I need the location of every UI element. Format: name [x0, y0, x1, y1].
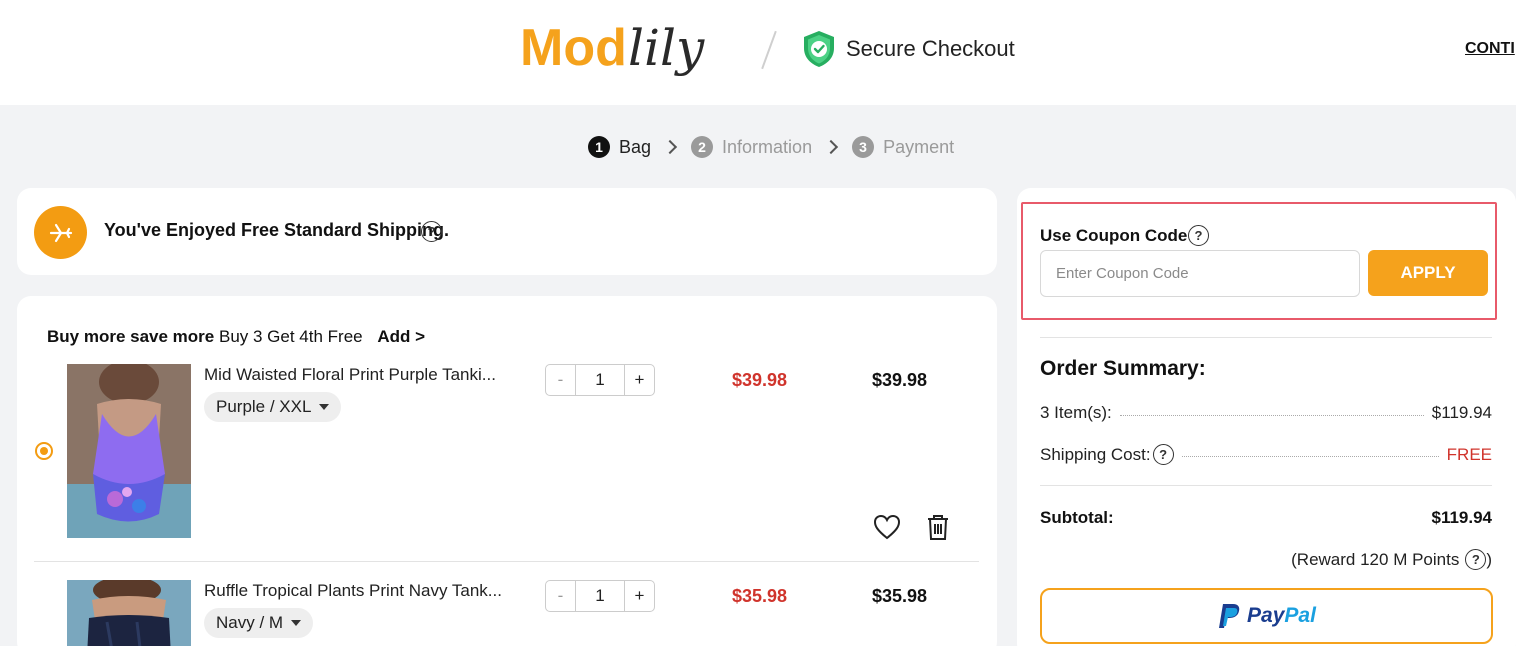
page-header: Mod lily Secure Checkout CONTI	[0, 0, 1516, 105]
unit-price: $35.98	[732, 586, 788, 606]
paypal-icon	[1219, 604, 1240, 628]
subtotal-label: Subtotal:	[1040, 508, 1114, 527]
step-bag[interactable]: 1 Bag	[588, 136, 651, 158]
variant-selector[interactable]: Navy / M	[204, 608, 314, 638]
qty-increase-button[interactable]: +	[624, 365, 654, 395]
coupon-section: Use Coupon Code ? APPLY	[1021, 202, 1497, 320]
product-image[interactable]	[67, 580, 191, 646]
step-label: Information	[722, 136, 813, 157]
shipping-label: Shipping Cost:	[1040, 444, 1151, 464]
reward-close: )	[1486, 549, 1492, 569]
paypal-wordmark: PayPal	[1247, 604, 1316, 628]
quantity-stepper: - 1 +	[545, 580, 655, 612]
caret-down-icon	[319, 404, 330, 410]
order-summary-panel: Use Coupon Code ? APPLY Order Summary: 3…	[1017, 188, 1516, 646]
help-icon[interactable]: ?	[1152, 444, 1174, 465]
secure-checkout-badge: Secure Checkout	[802, 30, 1015, 68]
cart-items-panel: Buy more save more Buy 3 Get 4th Free Ad…	[17, 296, 997, 646]
reward-text: (Reward 120 M Points	[1291, 549, 1460, 569]
chevron-right-icon	[824, 139, 839, 155]
reward-points: (Reward 120 M Points ? )	[1291, 549, 1492, 570]
product-image[interactable]	[67, 364, 191, 538]
free-shipping-message: You've Enjoyed Free Standard Shipping.	[104, 220, 449, 240]
paypal-pay: Pay	[1247, 604, 1285, 627]
qty-decrease-button[interactable]: -	[546, 581, 576, 611]
svg-text:Mod: Mod	[520, 19, 627, 77]
step-information[interactable]: 2 Information	[691, 136, 812, 158]
promo-add-link[interactable]: Add >	[377, 327, 425, 346]
step-label: Bag	[619, 136, 652, 157]
step-number: 3	[852, 136, 875, 158]
promo-title: Buy more save more	[47, 327, 215, 346]
item-divider	[34, 561, 979, 562]
paypal-button[interactable]: PayPal	[1040, 588, 1493, 644]
promo-text: Buy 3 Get 4th Free	[218, 327, 363, 346]
order-summary-title: Order Summary:	[1040, 357, 1206, 380]
step-label: Payment	[883, 136, 955, 157]
dotted-leader	[1181, 456, 1439, 457]
subtotal-value: $119.94	[1431, 508, 1492, 527]
variant-label: Navy / M	[216, 613, 284, 632]
secure-checkout-label: Secure Checkout	[846, 36, 1015, 61]
coupon-label: Use Coupon Code	[1040, 226, 1188, 245]
shipping-cost-row: Shipping Cost: ? FREE	[1040, 444, 1492, 465]
section-divider	[1040, 485, 1492, 486]
chevron-right-icon	[662, 139, 678, 155]
variant-selector[interactable]: Purple / XXL	[204, 392, 342, 422]
dotted-leader	[1119, 414, 1424, 416]
continue-shopping-link[interactable]: CONTI	[1465, 40, 1515, 58]
quantity-stepper: - 1 +	[545, 364, 655, 396]
line-total: $39.98	[872, 370, 928, 390]
checkout-steps: 1 Bag 2 Information 3 Payment	[588, 134, 954, 160]
step-number: 1	[588, 136, 610, 158]
items-label: 3 Item(s):	[1040, 403, 1112, 422]
items-value: $119.94	[1431, 403, 1492, 422]
shipping-value: FREE	[1446, 444, 1492, 464]
free-shipping-banner: You've Enjoyed Free Standard Shipping.	[17, 188, 997, 275]
variant-label: Purple / XXL	[216, 397, 312, 416]
help-icon[interactable]: ?	[1465, 549, 1487, 570]
step-number: 2	[691, 136, 714, 158]
section-divider	[1040, 337, 1492, 338]
heart-icon[interactable]	[873, 514, 901, 540]
item-select-radio[interactable]	[35, 442, 53, 460]
modlily-logo[interactable]: Mod lily	[520, 10, 745, 90]
shield-check-icon	[804, 31, 834, 67]
caret-down-icon	[291, 620, 302, 626]
help-icon[interactable]: ?	[1188, 225, 1209, 246]
product-title[interactable]: Ruffle Tropical Plants Print Navy Tank..…	[204, 581, 509, 601]
promo-banner: Buy more save more Buy 3 Get 4th Free Ad…	[47, 327, 425, 347]
qty-decrease-button[interactable]: -	[546, 365, 576, 395]
items-count-row: 3 Item(s): $119.94	[1040, 403, 1492, 423]
help-icon[interactable]: ?	[421, 221, 442, 242]
svg-text:lily: lily	[628, 19, 705, 77]
coupon-code-input[interactable]	[1040, 250, 1360, 297]
qty-value[interactable]: 1	[576, 365, 624, 395]
unit-price: $39.98	[732, 370, 788, 390]
header-divider	[761, 30, 777, 70]
apply-coupon-button[interactable]: APPLY	[1368, 250, 1488, 296]
product-title[interactable]: Mid Waisted Floral Print Purple Tanki...	[204, 365, 509, 385]
line-total: $35.98	[872, 586, 928, 606]
step-payment[interactable]: 3 Payment	[852, 136, 954, 158]
subtotal-row: Subtotal: $119.94	[1040, 508, 1492, 528]
paypal-pal: Pal	[1284, 604, 1316, 627]
qty-value[interactable]: 1	[576, 581, 624, 611]
airplane-icon	[34, 206, 87, 259]
trash-icon[interactable]	[925, 513, 951, 541]
qty-increase-button[interactable]: +	[624, 581, 654, 611]
